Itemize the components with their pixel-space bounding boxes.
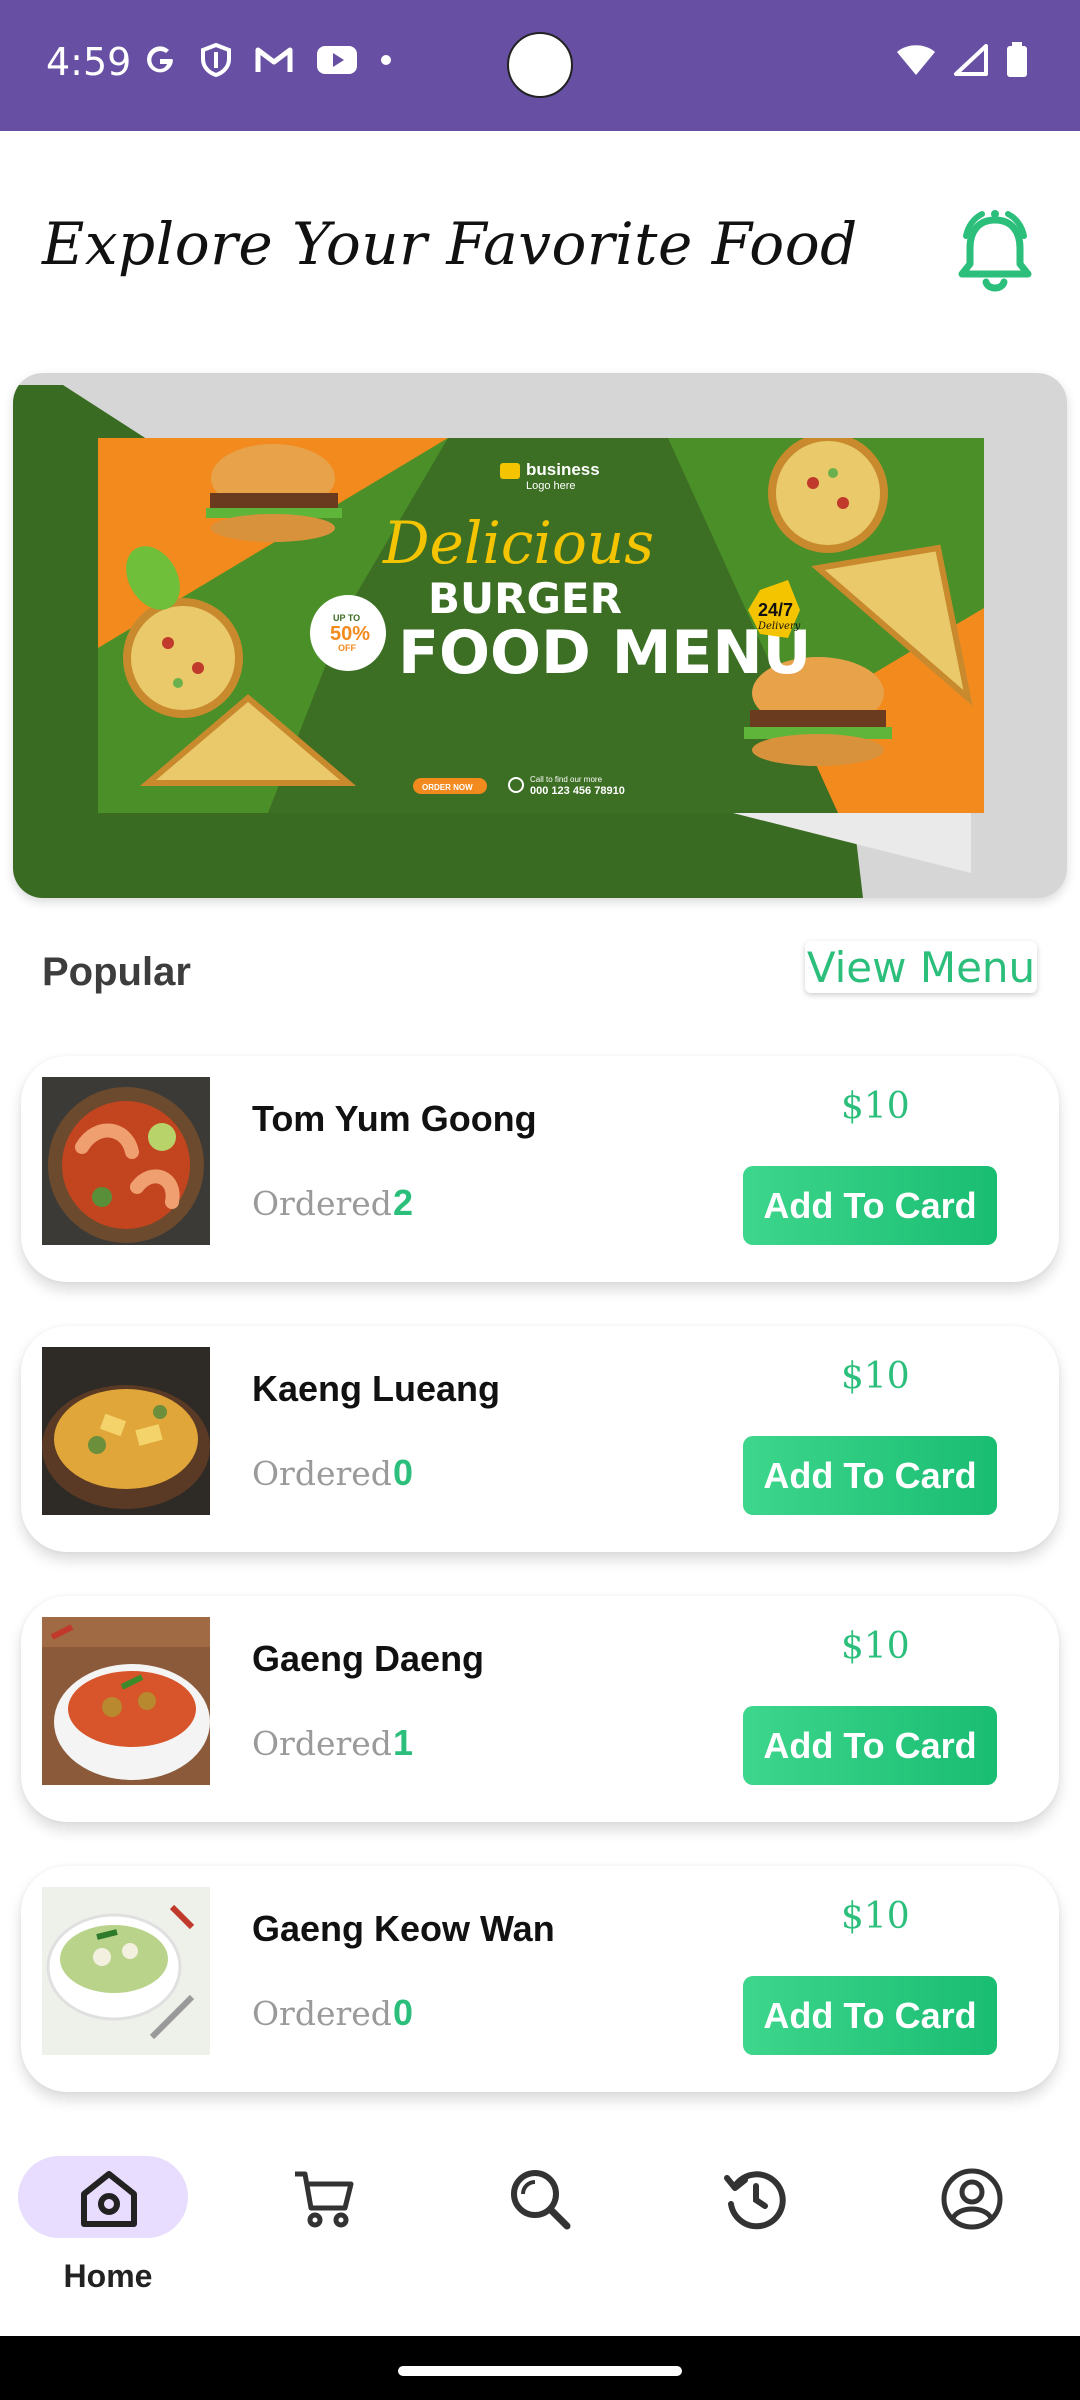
home-icon	[81, 2171, 137, 2227]
nav-label-home: Home	[63, 2258, 153, 2294]
banner-call-text: Call to find our more	[530, 775, 603, 784]
status-bar: 4:59	[0, 0, 1080, 131]
signal-icon	[954, 44, 988, 76]
food-price: $10	[841, 1626, 910, 1667]
food-card[interactable]: Gaeng Daeng Ordered 1 $10 Add To Card	[21, 1596, 1059, 1822]
banner-discount-value: 50%	[330, 623, 370, 645]
food-card[interactable]: Kaeng Lueang Ordered 0 $10 Add To Card	[21, 1326, 1059, 1552]
nav-item-search[interactable]	[479, 2158, 599, 2298]
ordered-label: Ordered	[252, 1454, 392, 1493]
food-name: Gaeng Keow Wan	[252, 1908, 555, 1949]
ordered-label: Ordered	[252, 1184, 392, 1223]
banner-logo-text: business	[526, 460, 600, 479]
section-title-popular: Popular	[42, 950, 191, 994]
food-card[interactable]: Tom Yum Goong Ordered 2 $10 Add To Card	[21, 1056, 1059, 1282]
banner-logo-sub: Logo here	[526, 480, 576, 492]
history-icon	[724, 2171, 786, 2230]
add-to-card-button[interactable]: Add To Card	[743, 1166, 997, 1245]
status-system-icons	[896, 42, 1028, 78]
google-icon	[147, 46, 173, 73]
bell-icon[interactable]	[952, 206, 1038, 296]
food-card[interactable]: Gaeng Keow Wan Ordered 0 $10 Add To Card	[21, 1866, 1059, 2092]
banner-discount-bottom: OFF	[338, 643, 356, 653]
food-name: Kaeng Lueang	[252, 1368, 501, 1409]
ordered-label: Ordered	[252, 1994, 392, 2033]
banner-phone: 000 123 456 78910	[530, 785, 625, 797]
banner-discount-top: UP TO	[333, 613, 360, 623]
food-thumbnail	[42, 1347, 210, 1515]
food-price: $10	[841, 1086, 910, 1127]
ordered-label: Ordered	[252, 1724, 392, 1763]
ordered-count: 0	[393, 1452, 414, 1493]
gesture-navigation-bar	[0, 2336, 1080, 2400]
youtube-icon	[317, 46, 357, 74]
gesture-handle[interactable]	[398, 2366, 682, 2376]
camera-cutout	[507, 32, 573, 98]
page-title: Explore Your Favorite Food	[42, 210, 858, 278]
add-to-card-button[interactable]: Add To Card	[743, 1436, 997, 1515]
food-thumbnail	[42, 1077, 210, 1245]
dot-icon	[381, 55, 391, 65]
nav-item-cart[interactable]	[263, 2158, 383, 2298]
add-to-card-button[interactable]: Add To Card	[743, 1976, 997, 2055]
wifi-icon	[897, 45, 935, 75]
banner-art: business Logo here Delicious BURGER FOOD…	[98, 438, 984, 813]
food-thumbnail	[42, 1617, 210, 1785]
ordered-count: 1	[393, 1722, 414, 1763]
food-name: Gaeng Daeng	[252, 1638, 485, 1679]
banner-line2: FOOD MENU	[398, 618, 811, 688]
profile-icon	[941, 2168, 1003, 2230]
food-price: $10	[841, 1356, 910, 1397]
nav-item-history[interactable]	[695, 2158, 815, 2298]
battery-icon	[1007, 42, 1027, 77]
banner-badge-top: 24/7	[758, 600, 793, 620]
nav-item-home[interactable]: Home	[18, 2156, 188, 2298]
gmail-icon	[255, 47, 293, 72]
status-time: 4:59	[46, 40, 132, 84]
food-price: $10	[841, 1896, 910, 1937]
banner-image: business Logo here Delicious BURGER FOOD…	[98, 438, 984, 813]
promo-banner[interactable]: business Logo here Delicious BURGER FOOD…	[13, 373, 1067, 898]
search-icon	[511, 2170, 571, 2230]
food-thumbnail	[42, 1887, 210, 2055]
nav-item-profile[interactable]	[911, 2158, 1031, 2298]
food-name: Tom Yum Goong	[252, 1098, 537, 1139]
add-to-card-button[interactable]: Add To Card	[743, 1706, 997, 1785]
bottom-navigation: Home	[0, 2116, 1080, 2336]
ordered-count: 2	[393, 1182, 414, 1223]
cart-icon	[295, 2171, 354, 2228]
banner-cta: ORDER NOW	[422, 783, 473, 792]
shield-icon	[201, 42, 231, 78]
banner-line1: BURGER	[428, 574, 622, 623]
banner-script-text: Delicious	[382, 509, 654, 577]
view-menu-button[interactable]: View Menu	[805, 941, 1037, 993]
banner-badge-bottom: Delivery	[757, 621, 801, 632]
ordered-count: 0	[393, 1992, 414, 2033]
status-notification-icons	[142, 42, 392, 78]
